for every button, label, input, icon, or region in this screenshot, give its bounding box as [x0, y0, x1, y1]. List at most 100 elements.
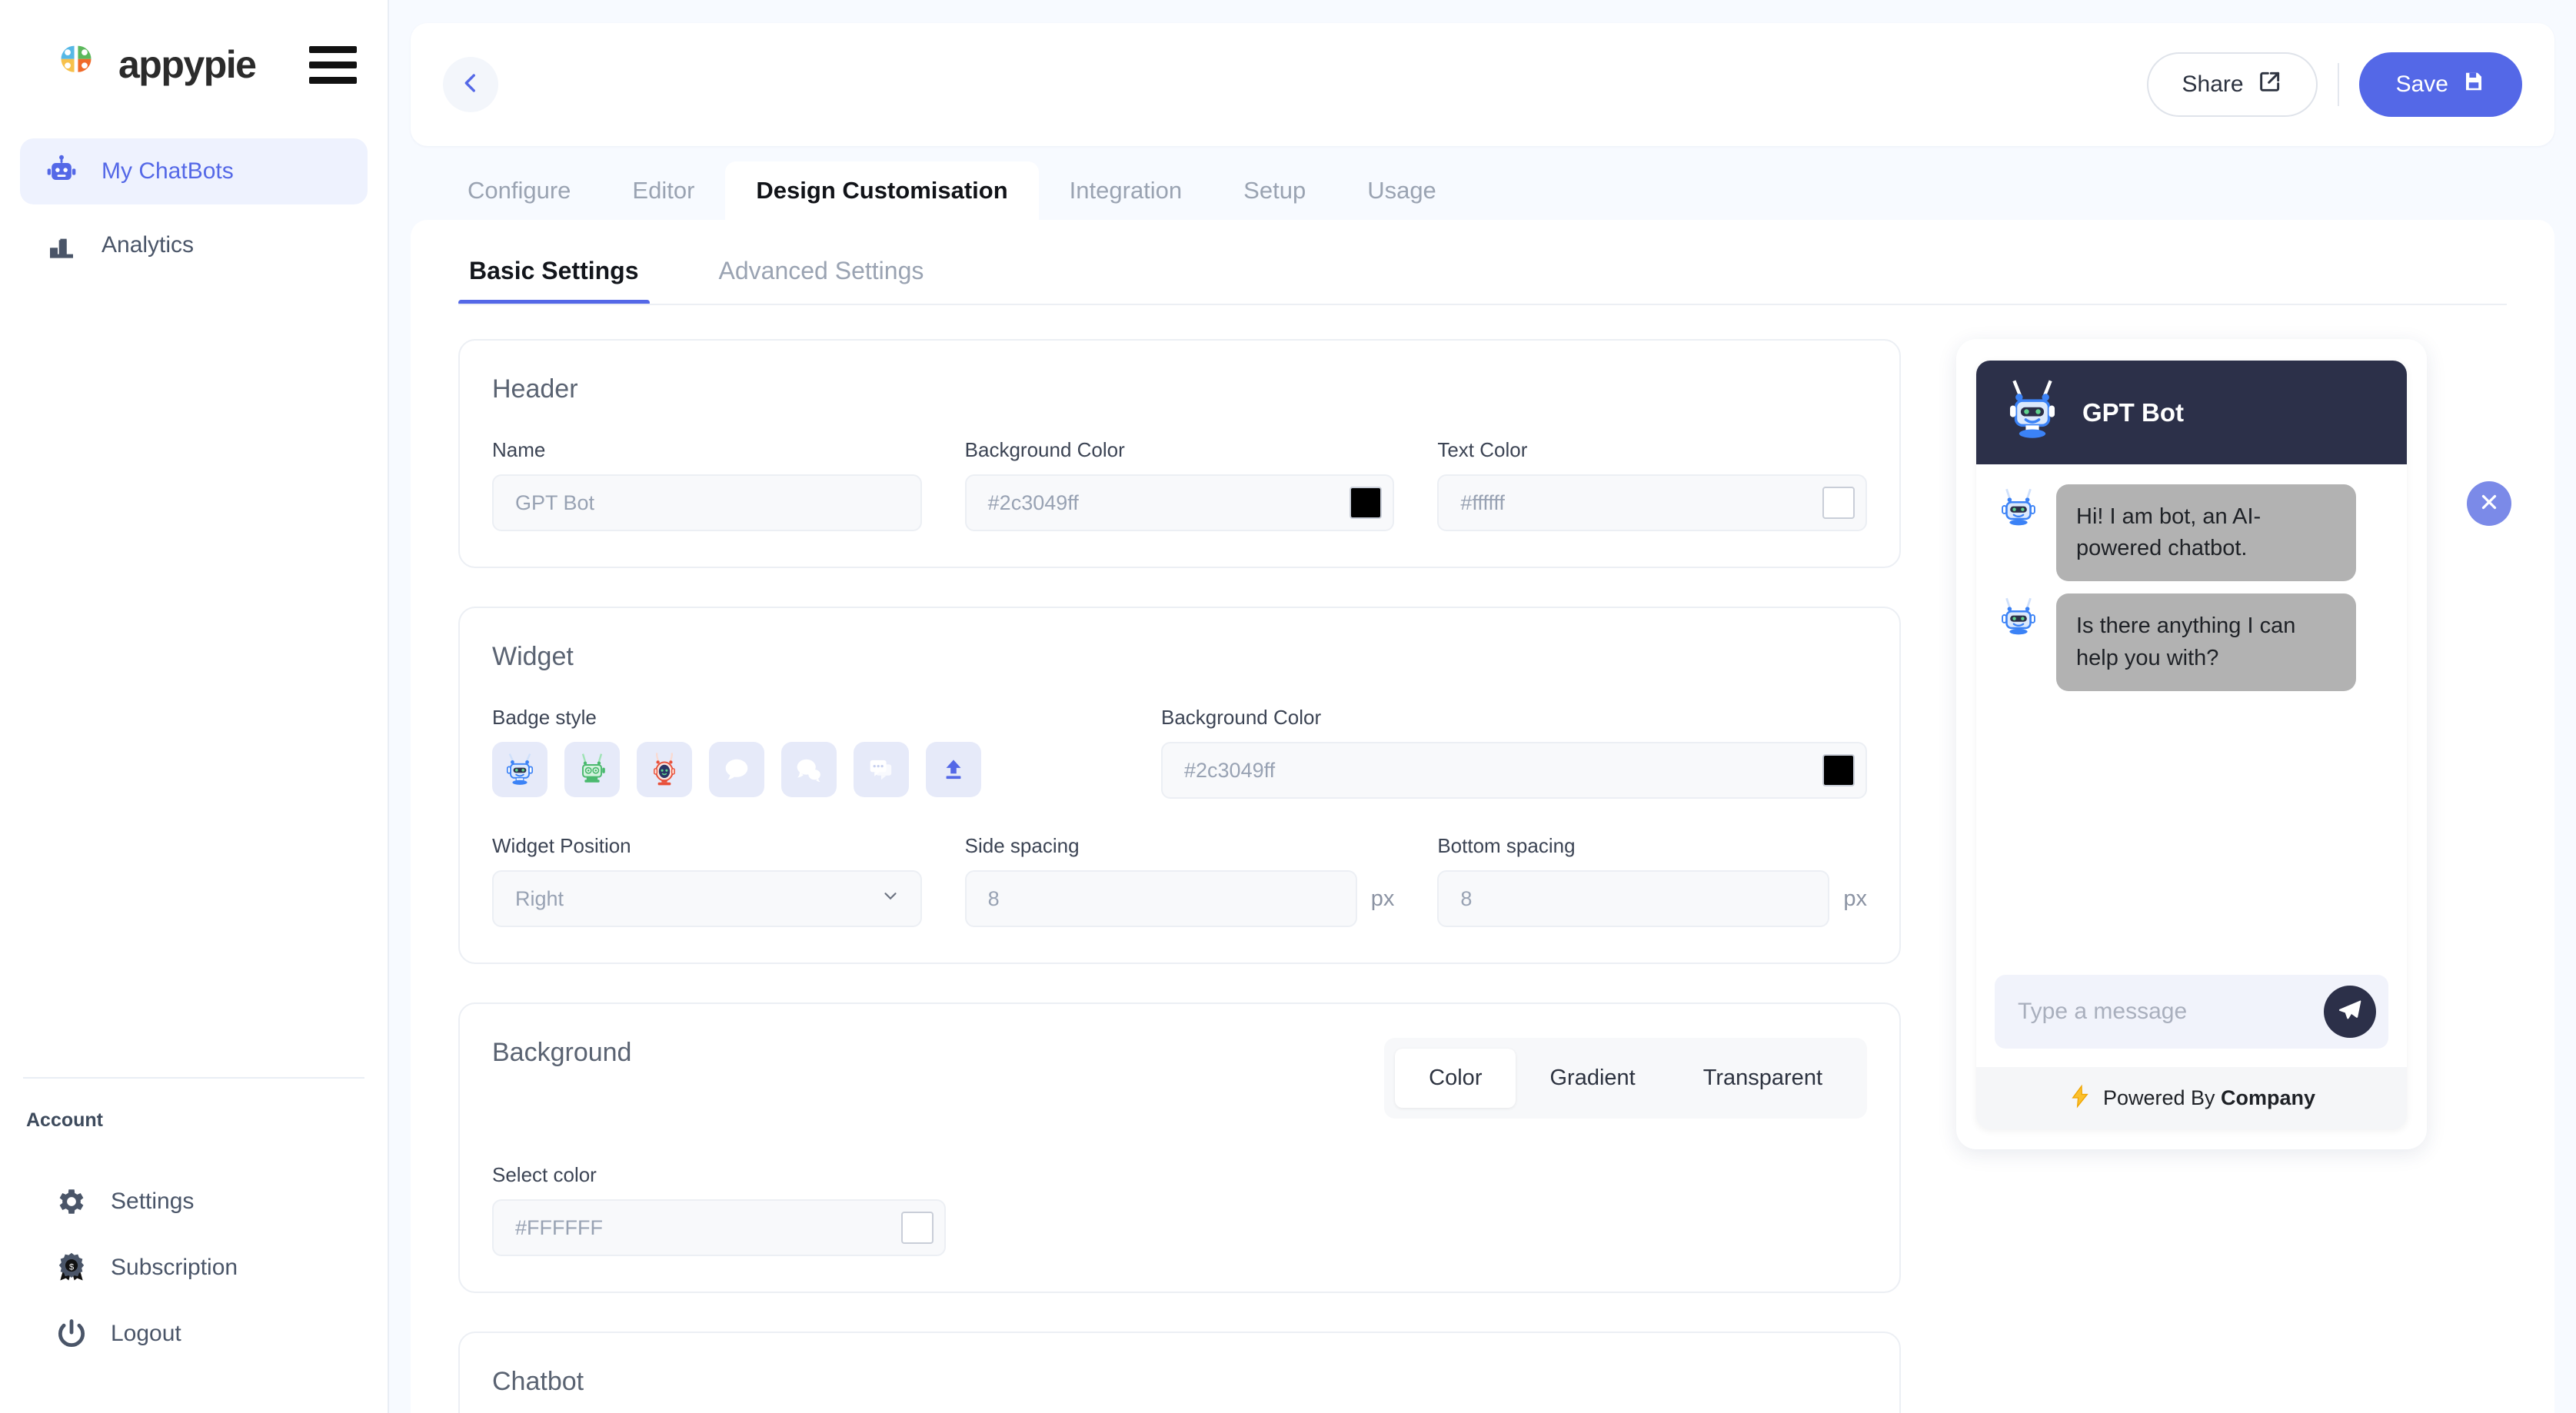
chat-message-input[interactable]: Type a message — [2018, 999, 2187, 1025]
section-title: Widget — [492, 642, 574, 671]
tab-design-customisation[interactable]: Design Customisation — [725, 161, 1039, 220]
sidebar-item-my-chatbots[interactable]: My ChatBots — [20, 138, 368, 204]
sidebar-item-label: Subscription — [111, 1255, 238, 1280]
widget-bg-color-field: Background Color #2c3049ff — [1161, 706, 1867, 799]
chat-header: GPT Bot — [1976, 361, 2407, 464]
badge-option-speech-bubble[interactable] — [709, 742, 764, 797]
widget-position-select[interactable]: Right — [492, 870, 922, 927]
header-text-color-input[interactable]: #ffffff — [1437, 474, 1867, 531]
header-fields: Name GPT Bot Background Color #2c3049ff — [492, 438, 1867, 531]
settings-form: Header Name GPT Bot Background Color #2c… — [411, 339, 1949, 1413]
sidebar-item-label: Analytics — [102, 232, 195, 258]
bottom-spacing-input[interactable]: 8 — [1437, 870, 1830, 927]
background-mode-gradient[interactable]: Gradient — [1516, 1049, 1669, 1108]
field-label: Text Color — [1437, 438, 1528, 461]
sidebar-item-logout[interactable]: Logout — [0, 1301, 388, 1367]
field-label: Badge style — [492, 706, 597, 729]
panel-body: Header Name GPT Bot Background Color #2c… — [411, 305, 2554, 1413]
sidebar-item-settings[interactable]: Settings — [0, 1169, 388, 1235]
sub-tabs: Basic Settings Advanced Settings — [411, 220, 2554, 305]
background-color-swatch[interactable] — [901, 1212, 934, 1244]
chat-input-container[interactable]: Type a message — [1995, 975, 2388, 1049]
external-link-icon — [2258, 69, 2282, 100]
brand-name: appypie — [118, 43, 257, 86]
background-section: Background Color Gradient Transparent Se… — [458, 1002, 1901, 1293]
field-label: Background Color — [1161, 706, 1322, 729]
subtab-basic-settings[interactable]: Basic Settings — [458, 257, 650, 305]
sidebar: appypie My ChatBots Analytics Account Se… — [0, 0, 389, 1413]
chat-message: Hi! I am bot, an AI-powered chatbot. — [1995, 484, 2388, 582]
tab-configure[interactable]: Configure — [437, 161, 601, 220]
badge-style-field: Badge style — [492, 706, 1123, 799]
tab-editor[interactable]: Editor — [601, 161, 725, 220]
side-spacing-input[interactable]: 8 — [964, 870, 1357, 927]
badge-option-robot-red[interactable] — [637, 742, 692, 797]
bar-chart-icon — [43, 227, 80, 264]
hamburger-menu-icon[interactable] — [309, 45, 357, 84]
widget-section: Widget Badge style Background Color #2c3… — [458, 607, 1901, 964]
chatbot-section: Chatbot Avatar Icons — [458, 1332, 1901, 1413]
suffix-row: 8 px — [1437, 870, 1867, 927]
background-mode-color[interactable]: Color — [1395, 1049, 1516, 1108]
tab-setup[interactable]: Setup — [1213, 161, 1336, 220]
suffix-row: 8 px — [964, 870, 1395, 927]
background-mode-transparent[interactable]: Transparent — [1669, 1049, 1856, 1108]
field-label: Widget Position — [492, 834, 631, 857]
badge-option-robot-green[interactable] — [564, 742, 620, 797]
sidebar-nav: My ChatBots Analytics — [0, 138, 388, 286]
chat-widget-preview: GPT Bot Hi! I am bot, an AI-powered chat… — [1976, 361, 2407, 1129]
chat-message-text: Hi! I am bot, an AI-powered chatbot. — [2056, 484, 2356, 582]
close-button[interactable] — [2467, 481, 2511, 526]
sidebar-item-analytics[interactable]: Analytics — [20, 212, 368, 278]
input-wrap: #2c3049ff — [1161, 742, 1867, 799]
settings-panel: Basic Settings Advanced Settings Header — [411, 220, 2554, 1413]
badge-option-upload[interactable] — [926, 742, 981, 797]
powered-by-text: Powered By Company — [2103, 1086, 2315, 1110]
sidebar-item-label: Settings — [111, 1189, 195, 1214]
section-title: Chatbot — [492, 1367, 584, 1396]
chevron-left-icon — [458, 70, 484, 100]
divider — [458, 304, 2507, 305]
tab-usage[interactable]: Usage — [1336, 161, 1467, 220]
header-bg-color-input[interactable]: #2c3049ff — [964, 474, 1395, 531]
send-button[interactable] — [2324, 986, 2376, 1038]
robot-icon — [43, 153, 80, 190]
tab-integration[interactable]: Integration — [1039, 161, 1213, 220]
background-color-input[interactable]: #FFFFFF — [492, 1199, 947, 1256]
save-button[interactable]: Save — [2358, 52, 2522, 117]
sidebar-item-subscription[interactable]: $ Subscription — [0, 1235, 388, 1301]
widget-top-row: Badge style Background Color #2c3049ff — [492, 706, 1867, 799]
background-head: Background Color Gradient Transparent — [492, 1038, 1867, 1119]
back-button[interactable] — [443, 57, 498, 112]
widget-bg-color-input[interactable]: #2c3049ff — [1161, 742, 1867, 799]
section-title: Header — [492, 374, 578, 404]
input-wrap: #2c3049ff — [964, 474, 1395, 531]
preview-column: GPT Bot Hi! I am bot, an AI-powered chat… — [1949, 339, 2554, 1413]
share-button[interactable]: Share — [2146, 52, 2318, 117]
header-text-color-swatch[interactable] — [1822, 487, 1855, 519]
subtab-advanced-settings[interactable]: Advanced Settings — [708, 257, 935, 305]
widget-bottom-row: Widget Position Right Side spacing 8 px … — [492, 834, 1867, 927]
badge-option-chat-dots[interactable] — [854, 742, 909, 797]
powered-by-brand: Company — [2221, 1086, 2316, 1109]
svg-text:$: $ — [69, 1263, 74, 1272]
chat-footer: Powered By Company — [1976, 1067, 2407, 1129]
bottom-spacing-field: Bottom spacing 8 px — [1437, 834, 1867, 927]
divider — [2337, 63, 2339, 106]
badge-option-robot-blue[interactable] — [492, 742, 547, 797]
side-spacing-unit: px — [1370, 886, 1395, 911]
brand-row: appypie — [0, 0, 388, 100]
main-tabs: Configure Editor Design Customisation In… — [389, 161, 2576, 220]
appypie-logo-icon — [46, 35, 106, 95]
header-bg-color-swatch[interactable] — [1350, 487, 1383, 519]
lightning-bolt-icon — [2068, 1084, 2092, 1112]
badge-style-options — [492, 742, 1123, 797]
chat-message-text: Is there anything I can help you with? — [2056, 593, 2356, 691]
header-name-input[interactable]: GPT Bot — [492, 474, 922, 531]
widget-bg-color-swatch[interactable] — [1822, 754, 1855, 786]
background-mode-segmented: Color Gradient Transparent — [1384, 1038, 1867, 1119]
chat-input-row: Type a message — [1976, 961, 2407, 1067]
badge-option-chat-bubbles[interactable] — [781, 742, 837, 797]
divider — [23, 1077, 364, 1079]
background-select-color-field: Select color #FFFFFF — [492, 1163, 947, 1256]
